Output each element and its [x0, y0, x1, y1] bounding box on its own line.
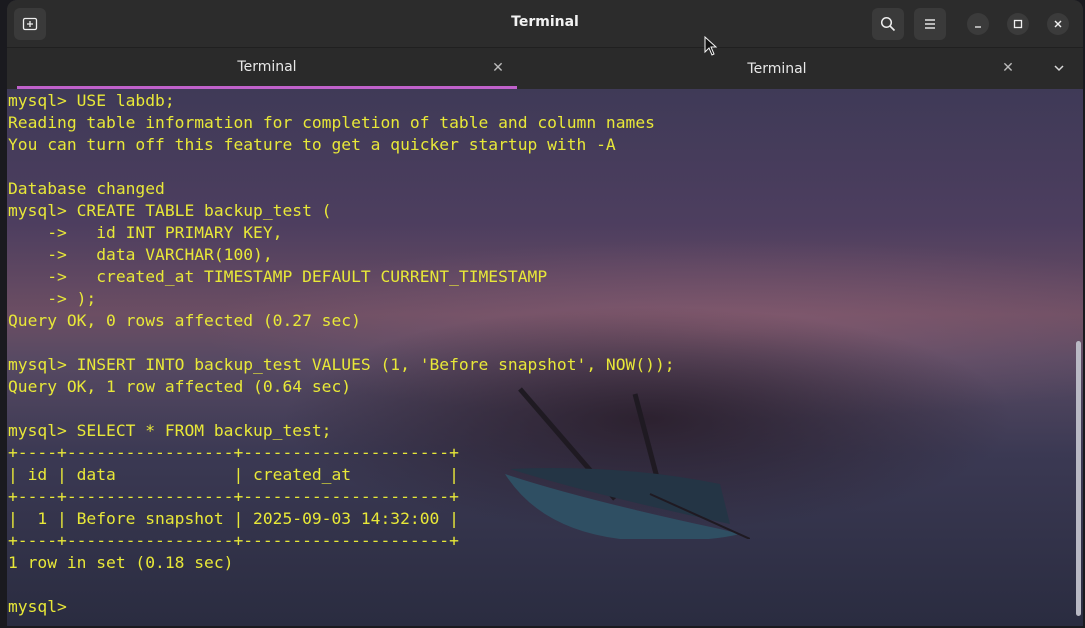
terminal-window: Terminal Terminal ✕ Terminal ✕ mysql> US…	[7, 0, 1083, 626]
terminal-line: mysql> INSERT INTO backup_test VALUES (1…	[8, 355, 675, 374]
terminal-line: -> data VARCHAR(100),	[8, 245, 273, 264]
terminal-line: Query OK, 1 row affected (0.64 sec)	[8, 377, 352, 396]
tab-close-icon[interactable]: ✕	[999, 59, 1017, 77]
terminal-line: mysql> USE labdb;	[8, 91, 175, 110]
tab-list-button[interactable]	[1049, 58, 1069, 78]
main-menu-button[interactable]	[914, 8, 946, 40]
tab-terminal-1[interactable]: Terminal	[17, 48, 517, 89]
maximize-button[interactable]	[1007, 13, 1029, 35]
terminal-line: -> created_at TIMESTAMP DEFAULT CURRENT_…	[8, 267, 548, 286]
mouse-pointer-icon	[704, 36, 718, 56]
terminal-line: -> id INT PRIMARY KEY,	[8, 223, 283, 242]
terminal-text: mysql> USE labdb; Reading table informati…	[8, 90, 675, 618]
terminal-prompt-line: mysql>	[8, 597, 77, 616]
close-window-button[interactable]	[1047, 13, 1069, 35]
chevron-down-icon	[1054, 65, 1064, 72]
hamburger-menu-icon	[925, 19, 935, 29]
minimize-icon	[975, 26, 981, 28]
terminal-line: mysql> CREATE TABLE backup_test (	[8, 201, 332, 220]
terminal-line: You can turn off this feature to get a q…	[8, 135, 616, 154]
tab-label: Terminal	[747, 60, 807, 77]
tab-close-icon[interactable]: ✕	[489, 59, 507, 77]
tab-label: Terminal	[237, 59, 297, 75]
terminal-line: | id | data | created_at |	[8, 465, 459, 484]
tab-bar: Terminal ✕ Terminal ✕	[7, 47, 1083, 90]
terminal-line: Query OK, 0 rows affected (0.27 sec)	[8, 311, 361, 330]
terminal-line: +----+-----------------+----------------…	[8, 443, 459, 462]
terminal-line: -> );	[8, 289, 97, 308]
terminal-line: 1 row in set (0.18 sec)	[8, 553, 234, 572]
terminal-output-area[interactable]: mysql> USE labdb; Reading table informati…	[7, 89, 1083, 626]
terminal-line: +----+-----------------+----------------…	[8, 531, 459, 550]
search-icon	[880, 16, 896, 32]
vertical-scrollbar[interactable]	[1076, 341, 1081, 616]
terminal-line: | 1 | Before snapshot | 2025-09-03 14:32…	[8, 509, 459, 528]
close-icon	[1054, 20, 1062, 28]
terminal-line: +----+-----------------+----------------…	[8, 487, 459, 506]
tab-terminal-2[interactable]: Terminal	[527, 48, 1027, 89]
terminal-line: mysql> SELECT * FROM backup_test;	[8, 421, 332, 440]
headerbar: Terminal	[7, 0, 1083, 47]
terminal-line: Reading table information for completion…	[8, 113, 655, 132]
search-button[interactable]	[872, 8, 904, 40]
terminal-line: Database changed	[8, 179, 165, 198]
maximize-icon	[1013, 19, 1023, 29]
minimize-button[interactable]	[967, 13, 989, 35]
